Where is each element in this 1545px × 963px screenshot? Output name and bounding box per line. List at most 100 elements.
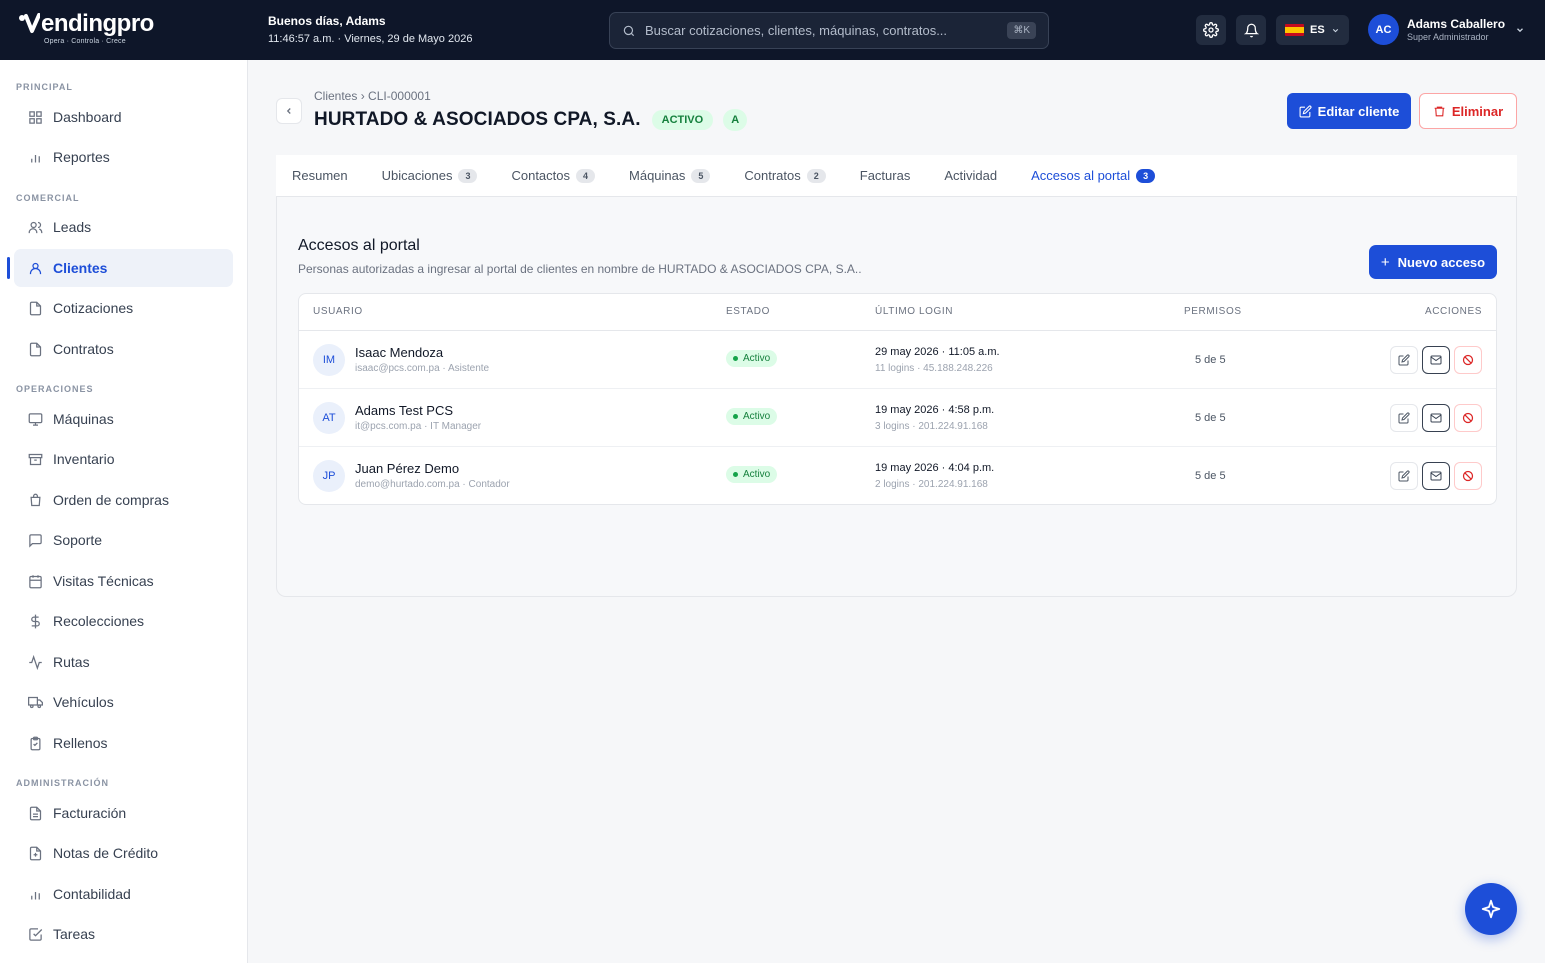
greeting-text: Buenos días, Adams: [268, 14, 386, 28]
revoke-access-button[interactable]: [1454, 346, 1482, 374]
tab-maquinas[interactable]: Máquinas 5: [629, 155, 711, 197]
sidebar-item-tareas[interactable]: Tareas: [14, 915, 233, 953]
client-tabs: Resumen Ubicaciones 3 Contactos 4 Máquinas…: [276, 155, 1517, 197]
tab-label: Actividad: [944, 168, 998, 183]
send-email-button[interactable]: [1422, 462, 1450, 490]
avatar: JP: [313, 460, 345, 492]
breadcrumb-clientes-link[interactable]: Clientes: [314, 89, 357, 103]
delete-client-button[interactable]: Eliminar: [1419, 93, 1517, 129]
tab-contratos[interactable]: Contratos 2: [744, 155, 826, 197]
sidebar-item-label: Reportes: [53, 149, 110, 165]
language-selector[interactable]: ES: [1276, 15, 1349, 45]
users-icon: [27, 219, 43, 235]
sidebar-item-facturacion[interactable]: Facturación: [14, 794, 233, 832]
file-plus-icon: [27, 845, 43, 861]
new-access-button[interactable]: + Nuevo acceso: [1369, 245, 1497, 279]
sidebar-item-clientes[interactable]: Clientes: [7, 249, 233, 287]
permissions: 5 de 5: [1195, 470, 1226, 482]
sidebar-item-contratos[interactable]: Contratos: [14, 330, 233, 368]
tab-label: Máquinas: [629, 168, 686, 183]
sidebar-section-operaciones: OPERACIONES: [16, 384, 94, 394]
column-header-estado: ESTADO: [726, 306, 770, 317]
tab-actividad[interactable]: Actividad: [944, 155, 997, 197]
column-header-permisos: PERMISOS: [1184, 306, 1242, 317]
user-menu[interactable]: AC Adams Caballero Super Administrador: [1368, 14, 1525, 45]
tab-count: 5: [691, 168, 711, 183]
settings-button[interactable]: [1196, 15, 1226, 45]
status-badge: Activo: [726, 350, 778, 367]
status-dot-icon: [733, 414, 738, 419]
sidebar-item-visitas-tecnicas[interactable]: Visitas Técnicas: [14, 562, 233, 600]
tab-accesos-al-portal[interactable]: Accesos al portal 3: [1031, 155, 1156, 197]
table-row: JP Juan Pérez Demo demo@hurtado.com.pa ·…: [299, 447, 1496, 505]
sidebar-item-label: Rutas: [53, 654, 90, 670]
cart-icon: [27, 492, 43, 508]
archive-icon: [27, 451, 43, 467]
sidebar-item-reportes[interactable]: Reportes: [14, 138, 233, 176]
mail-icon: [1430, 471, 1442, 481]
tab-label: Contratos: [744, 168, 801, 183]
sidebar-item-notas-de-credito[interactable]: Notas de Crédito: [14, 834, 233, 872]
assistant-fab-button[interactable]: [1465, 883, 1517, 935]
notifications-button[interactable]: [1236, 15, 1266, 45]
sidebar-item-label: Máquinas: [53, 411, 114, 427]
revoke-access-button[interactable]: [1454, 404, 1482, 432]
greeting-block: Buenos días, Adams 11:46:57 a.m. · Viern…: [268, 14, 472, 47]
edit-access-button[interactable]: [1390, 462, 1418, 490]
trash-icon: [1434, 106, 1445, 116]
send-email-button[interactable]: [1422, 346, 1450, 374]
tab-count: 3: [458, 168, 478, 183]
section-subtitle: Personas autorizadas a ingresar al porta…: [298, 262, 862, 276]
send-email-button[interactable]: [1422, 404, 1450, 432]
sidebar-item-leads[interactable]: Leads: [14, 208, 233, 246]
edit-client-button[interactable]: Editar cliente: [1287, 93, 1411, 129]
sidebar-item-cotizaciones[interactable]: Cotizaciones: [14, 289, 233, 327]
breadcrumb-separator: ›: [360, 89, 365, 103]
global-search-input[interactable]: Buscar cotizaciones, clientes, máquinas,…: [609, 12, 1049, 49]
ban-icon: [1462, 412, 1474, 424]
tab-resumen[interactable]: Resumen: [292, 155, 348, 197]
brand-logo[interactable]: endingpro Opera · Controla · Crece: [18, 12, 168, 48]
tab-count: 4: [576, 168, 596, 183]
breadcrumb-current: CLI-000001: [368, 89, 431, 103]
edit-icon: [1299, 104, 1312, 117]
chat-icon: [27, 532, 43, 548]
tab-ubicaciones[interactable]: Ubicaciones 3: [382, 155, 478, 197]
portal-access-panel: Accesos al portal Personas autorizadas a…: [276, 197, 1517, 597]
portal-users-table: USUARIO ESTADO ÚLTIMO LOGIN PERMISOS ACC…: [298, 293, 1497, 505]
sidebar-item-label: Cotizaciones: [53, 300, 134, 316]
status-text: Activo: [743, 353, 771, 364]
user-name: Juan Pérez Demo: [355, 461, 460, 476]
calendar-icon: [27, 573, 43, 589]
sidebar-item-vehiculos[interactable]: Vehículos: [14, 683, 233, 721]
monitor-icon: [27, 411, 43, 427]
sidebar-item-label: Clientes: [53, 260, 108, 276]
sidebar-item-rellenos[interactable]: Rellenos: [14, 724, 233, 762]
sidebar-item-label: Contabilidad: [53, 886, 131, 902]
sidebar-item-recolecciones[interactable]: Recolecciones: [14, 602, 233, 640]
revoke-access-button[interactable]: [1454, 462, 1482, 490]
tab-facturas[interactable]: Facturas: [860, 155, 911, 197]
back-button[interactable]: [276, 98, 302, 124]
sidebar-item-soporte[interactable]: Soporte: [14, 521, 233, 559]
section-title: Accesos al portal: [298, 237, 420, 254]
edit-client-label: Editar cliente: [1317, 103, 1400, 119]
sidebar-item-maquinas[interactable]: Máquinas: [14, 400, 233, 438]
file-icon: [27, 300, 43, 316]
sidebar-item-contabilidad[interactable]: Contabilidad: [14, 875, 233, 913]
permissions: 5 de 5: [1195, 412, 1226, 424]
sidebar-item-label: Dashboard: [53, 109, 122, 125]
last-login: 19 may 2026 · 4:58 p.m.: [875, 404, 995, 416]
page-title: HURTADO & ASOCIADOS CPA, S.A.: [314, 109, 641, 130]
edit-access-button[interactable]: [1390, 404, 1418, 432]
mail-icon: [1430, 413, 1442, 423]
sidebar-item-rutas[interactable]: Rutas: [14, 643, 233, 681]
status-dot-icon: [733, 472, 738, 477]
sidebar-item-inventario[interactable]: Inventario: [14, 440, 233, 478]
sidebar-item-orden-de-compras[interactable]: Orden de compras: [14, 481, 233, 519]
edit-access-button[interactable]: [1390, 346, 1418, 374]
sidebar-item-dashboard[interactable]: Dashboard: [14, 98, 233, 136]
tab-contactos[interactable]: Contactos 4: [511, 155, 596, 197]
login-detail: 2 logins · 201.224.91.168: [875, 479, 988, 490]
logo-mark-icon: [19, 13, 40, 33]
